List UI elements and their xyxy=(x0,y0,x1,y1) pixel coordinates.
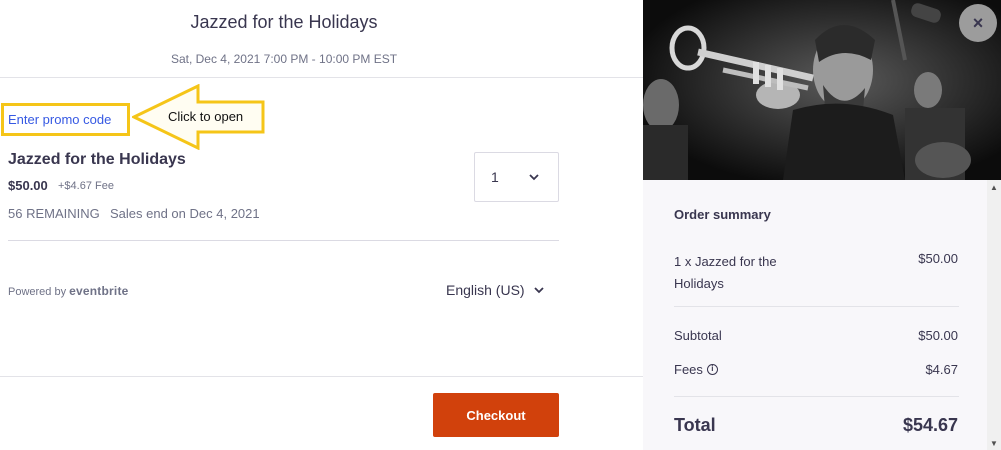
ticket-fee: +$4.67 Fee xyxy=(58,180,114,192)
line-item-amount: $50.00 xyxy=(918,251,958,266)
eventbrite-logo[interactable]: eventbrite xyxy=(69,284,128,298)
checkout-button[interactable]: Checkout xyxy=(433,393,559,437)
sales-end-date: Sales end on Dec 4, 2021 xyxy=(110,206,260,221)
quantity-select[interactable]: 1 xyxy=(474,152,559,202)
ticket-price: $50.00 xyxy=(8,178,48,193)
subtotal-label: Subtotal xyxy=(674,328,722,343)
checkout-panel: Jazzed for the Holidays Sat, Dec 4, 2021… xyxy=(0,0,643,450)
total-amount: $54.67 xyxy=(902,415,958,435)
enter-promo-code-link[interactable]: Enter promo code xyxy=(8,112,111,127)
fees-amount: $4.67 xyxy=(925,362,958,377)
quantity-value: 1 xyxy=(491,169,499,185)
divider xyxy=(674,306,959,307)
info-icon[interactable]: i xyxy=(706,364,718,375)
close-button[interactable]: × xyxy=(959,4,997,42)
chevron-down-icon xyxy=(529,174,539,181)
callout-text: Click to open xyxy=(168,109,244,124)
language-label: English (US) xyxy=(446,282,525,298)
event-photo xyxy=(643,0,1001,180)
fees-row: Fees i xyxy=(674,362,718,377)
scroll-down-icon[interactable]: ▼ xyxy=(990,439,998,448)
tickets-remaining: 56 REMAINING xyxy=(8,206,100,221)
powered-by-prefix: Powered by xyxy=(8,286,67,298)
order-summary-panel: × Order summary 1 x Jazzed for the Holid… xyxy=(643,0,1001,450)
language-select[interactable]: English (US) xyxy=(446,282,545,298)
fees-label: Fees xyxy=(674,362,703,377)
divider xyxy=(0,376,643,377)
powered-by: Powered by eventbrite xyxy=(8,284,129,298)
total-label: Total xyxy=(674,415,716,435)
event-title: Jazzed for the Holidays xyxy=(190,12,378,32)
subtotal-amount: $50.00 xyxy=(918,328,958,343)
order-summary-title: Order summary xyxy=(674,207,771,222)
scroll-up-icon[interactable]: ▲ xyxy=(990,183,998,192)
divider xyxy=(674,396,959,397)
divider xyxy=(0,77,643,78)
line-item-name: 1 x Jazzed for the Holidays xyxy=(674,254,777,291)
divider xyxy=(8,240,559,241)
event-date: Sat, Dec 4, 2021 7:00 PM - 10:00 PM EST xyxy=(170,52,398,66)
trumpet-player-image xyxy=(643,0,1001,180)
chevron-down-icon xyxy=(533,287,544,294)
ticket-name: Jazzed for the Holidays xyxy=(8,151,186,168)
scrollbar[interactable]: ▲ ▼ xyxy=(987,180,1001,450)
